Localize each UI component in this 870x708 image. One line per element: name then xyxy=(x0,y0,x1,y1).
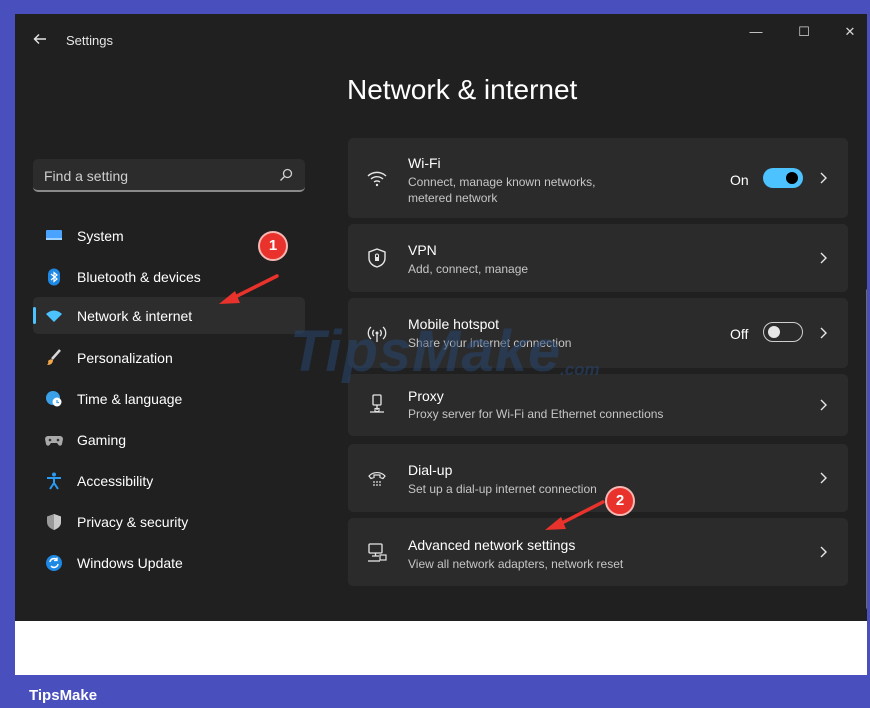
card-subtitle: Add, connect, manage xyxy=(408,262,529,276)
hotspot-toggle[interactable] xyxy=(763,322,803,342)
card-title: VPN xyxy=(408,242,437,258)
active-indicator xyxy=(33,307,36,324)
dialup-icon xyxy=(368,472,386,486)
card-subtitle: Set up a dial-up internet connection xyxy=(408,482,597,496)
footer-brand: TipsMake xyxy=(29,687,98,704)
vpn-shield-icon xyxy=(368,248,386,268)
gamepad-icon xyxy=(45,436,63,446)
wifi-icon xyxy=(46,310,62,322)
sidebar-item-label: Gaming xyxy=(77,432,127,448)
sidebar-item-label: Time & language xyxy=(77,391,183,407)
search-placeholder: Find a setting xyxy=(44,168,129,184)
globe-clock-icon xyxy=(46,391,62,407)
search-icon[interactable] xyxy=(279,168,293,182)
update-icon xyxy=(46,555,62,571)
sidebar-item-windows-update[interactable]: Windows Update xyxy=(33,544,305,581)
annotation-arrow-1 xyxy=(219,274,279,304)
brush-icon xyxy=(47,349,61,365)
sidebar-item-gaming[interactable]: Gaming xyxy=(33,421,305,458)
chevron-right-icon xyxy=(820,546,827,558)
sidebar-item-label: System xyxy=(77,228,124,244)
wifi-card[interactable]: Wi-Fi Connect, manage known networks, me… xyxy=(348,138,848,218)
scrollbar-thumb[interactable] xyxy=(866,289,867,609)
chevron-right-icon xyxy=(820,472,827,484)
accessibility-icon xyxy=(47,472,61,490)
chevron-right-icon xyxy=(820,399,827,411)
chevron-right-icon xyxy=(820,252,827,264)
footer-bar: TipsMake xyxy=(0,679,870,708)
annotation-arrow-2 xyxy=(545,500,605,530)
wifi-toggle[interactable] xyxy=(763,168,803,188)
card-subtitle: View all network adapters, network reset xyxy=(408,557,624,571)
card-title: Proxy xyxy=(408,388,444,404)
sidebar-item-label: Windows Update xyxy=(77,555,183,571)
sidebar-item-personalization[interactable]: Personalization xyxy=(33,339,305,376)
maximize-button[interactable]: ☐ xyxy=(789,24,819,44)
toggle-knob xyxy=(768,325,780,338)
back-arrow-icon[interactable] xyxy=(33,32,47,46)
annotation-badge-1: 1 xyxy=(258,231,288,261)
close-button[interactable]: ✕ xyxy=(835,24,865,44)
page-title: Network & internet xyxy=(347,74,578,105)
card-title: Wi-Fi xyxy=(408,155,441,171)
minimize-button[interactable]: — xyxy=(741,24,771,44)
sidebar-item-time-language[interactable]: Time & language xyxy=(33,380,305,417)
proxy-icon xyxy=(370,394,384,413)
bluetooth-icon xyxy=(48,268,60,286)
sidebar-item-label: Privacy & security xyxy=(77,514,189,530)
toggle-knob xyxy=(786,172,798,184)
search-input[interactable]: Find a setting xyxy=(33,159,305,192)
monitor-icon xyxy=(46,230,62,240)
shield-icon xyxy=(47,514,61,530)
network-adapter-icon xyxy=(368,543,387,562)
wifi-icon xyxy=(367,171,387,187)
card-subtitle: Proxy server for Wi-Fi and Ethernet conn… xyxy=(408,407,664,421)
toggle-state-label: Off xyxy=(730,326,749,342)
chevron-right-icon xyxy=(820,327,827,339)
sidebar-item-label: Bluetooth & devices xyxy=(77,269,201,285)
sidebar-item-privacy[interactable]: Privacy & security xyxy=(33,503,305,540)
card-title: Dial-up xyxy=(408,462,453,478)
card-title: Advanced network settings xyxy=(408,537,576,553)
sidebar-item-label: Network & internet xyxy=(77,308,193,324)
chevron-right-icon xyxy=(820,172,827,184)
sidebar-item-accessibility[interactable]: Accessibility xyxy=(33,462,305,499)
vpn-card[interactable]: VPN Add, connect, manage xyxy=(348,224,848,292)
watermark-logo: TipsMake xyxy=(290,319,562,384)
card-subtitle: Connect, manage known networks, xyxy=(408,175,596,189)
toggle-state-label: On xyxy=(730,172,749,188)
sidebar-item-label: Accessibility xyxy=(77,473,154,489)
watermark-suffix: .com xyxy=(560,360,600,379)
app-title: Settings xyxy=(66,33,113,48)
card-subtitle: metered network xyxy=(408,191,498,205)
sidebar-item-label: Personalization xyxy=(77,350,173,366)
